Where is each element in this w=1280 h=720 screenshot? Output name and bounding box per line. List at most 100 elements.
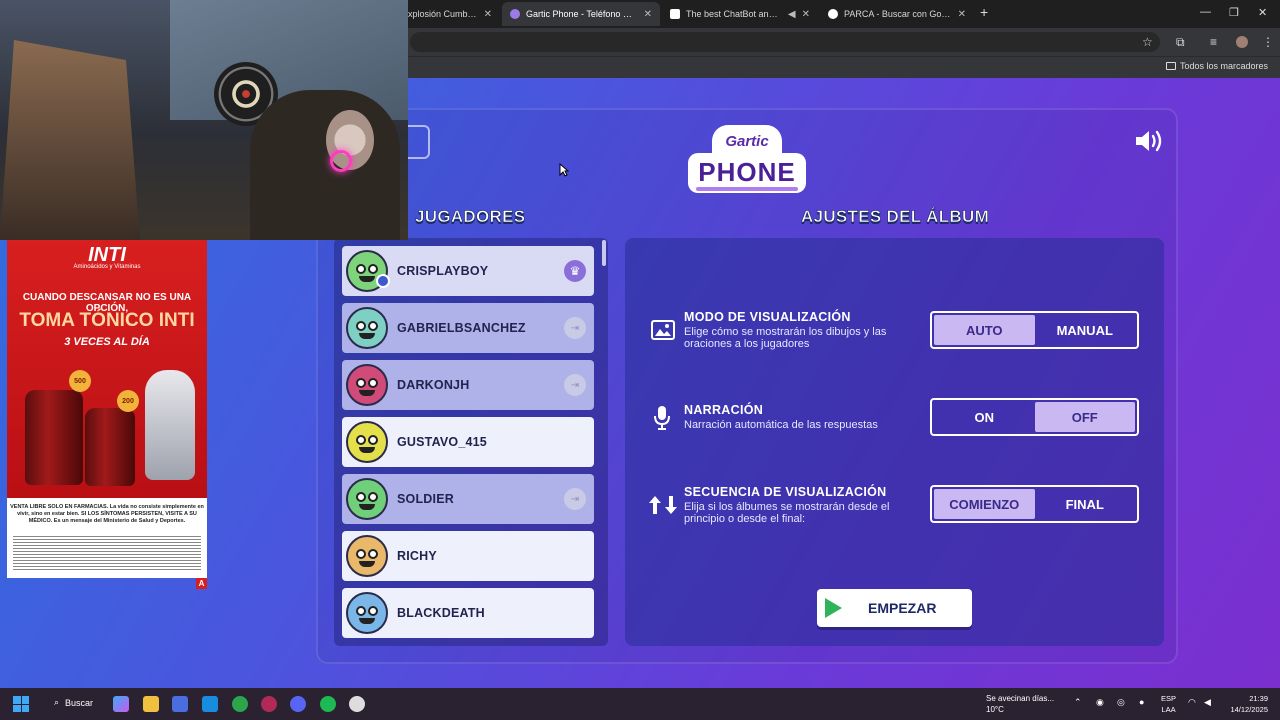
- sequence-toggle: COMIENZO FINAL: [930, 485, 1139, 523]
- tab-title: PARCA - Buscar con Google: [844, 9, 952, 19]
- player-avatar: [346, 421, 388, 463]
- weather-temp: 10°C: [986, 705, 1004, 714]
- player-avatar: [346, 592, 388, 634]
- bull-mascot: [145, 370, 195, 480]
- spotify-icon[interactable]: [320, 696, 336, 712]
- logo-text-bottom: PHONE: [698, 157, 796, 187]
- tab-gartic-phone[interactable]: Gartic Phone - Teléfono Descon ✕: [502, 2, 660, 26]
- media-controls-icon[interactable]: ≡: [1210, 35, 1217, 49]
- omnibox[interactable]: [410, 32, 1160, 52]
- tab-chatbot[interactable]: The best ChatBot and Widg ◀ ✕: [662, 2, 818, 26]
- option-auto[interactable]: AUTO: [934, 315, 1035, 345]
- microphone-tray-icon[interactable]: ●: [1139, 697, 1144, 707]
- taskbar-search[interactable]: ⌕ Buscar: [54, 697, 93, 708]
- option-end[interactable]: FINAL: [1035, 489, 1136, 519]
- store-icon[interactable]: [172, 696, 188, 712]
- ad-subtitle: Aminoácidos y Vitaminas: [73, 264, 141, 270]
- player-avatar: [346, 364, 388, 406]
- crown-icon: ♛: [564, 260, 586, 282]
- discord-tray-icon[interactable]: ◉: [1096, 697, 1104, 708]
- chatbot-favicon-icon: [670, 9, 680, 19]
- you-badge: [376, 274, 390, 288]
- start-button[interactable]: EMPEZAR: [817, 589, 972, 627]
- option-manual[interactable]: MANUAL: [1035, 315, 1136, 345]
- close-icon[interactable]: ✕: [644, 9, 652, 20]
- lang-layout: LAA: [1161, 705, 1176, 714]
- players-heading: JUGADORES: [415, 207, 526, 227]
- minimize-icon[interactable]: —: [1200, 6, 1211, 18]
- ad-badge: A: [196, 578, 207, 589]
- chrome-icon[interactable]: [232, 696, 248, 712]
- tab-google-search[interactable]: PARCA - Buscar con Google ✕: [820, 2, 974, 26]
- player-name: BLACKDEATH: [397, 606, 485, 620]
- option-on[interactable]: ON: [934, 402, 1035, 432]
- file-explorer-icon[interactable]: [143, 696, 159, 712]
- option-off[interactable]: OFF: [1034, 402, 1135, 432]
- all-bookmarks-folder[interactable]: Todos los marcadores: [1165, 61, 1268, 71]
- player-card: RICHY: [342, 531, 594, 581]
- player-name: RICHY: [397, 549, 437, 563]
- player-card: BLACKDEATH: [342, 588, 594, 638]
- ad-line-3: 3 VECES AL DÍA: [64, 336, 150, 348]
- obs-icon[interactable]: [349, 696, 365, 712]
- weather-widget[interactable]: Se avecinan días... 10°C: [986, 693, 1054, 715]
- display-mode-toggle: AUTO MANUAL: [930, 311, 1139, 349]
- inti-advertisement: INTI Aminoácidos y Vitaminas CUANDO DESC…: [7, 240, 207, 578]
- kick-player-icon[interactable]: ⇥: [564, 374, 586, 396]
- play-icon: [825, 598, 842, 618]
- extensions-icon[interactable]: ⧉: [1176, 35, 1185, 50]
- sound-icon[interactable]: [1134, 128, 1166, 154]
- app-icon[interactable]: [261, 696, 277, 712]
- player-name: GABRIELBSANCHEZ: [397, 321, 526, 335]
- clock-date: 14/12/2025: [1230, 705, 1268, 714]
- ad-fine-print: [13, 536, 201, 572]
- wifi-icon[interactable]: ◠: [1188, 697, 1196, 708]
- option-beginning[interactable]: COMIENZO: [934, 489, 1035, 519]
- chevron-up-icon[interactable]: ⌃: [1074, 697, 1082, 708]
- copilot-icon[interactable]: [113, 696, 129, 712]
- bookmarks-label: Todos los marcadores: [1179, 61, 1268, 71]
- ad-footer-text: VENTA LIBRE SOLO EN FARMACIAS. La vida n…: [10, 504, 204, 524]
- volume-icon[interactable]: ◀: [1204, 697, 1211, 708]
- steam-tray-icon[interactable]: ◎: [1117, 697, 1125, 708]
- sequence-title: SECUENCIA DE VISUALIZACIÓN: [684, 485, 887, 499]
- bottle-large: [25, 390, 83, 485]
- sort-arrows-icon: [649, 496, 677, 514]
- close-icon[interactable]: ✕: [484, 9, 492, 20]
- discord-icon[interactable]: [290, 696, 306, 712]
- tab-title: Gartic Phone - Teléfono Descon: [526, 9, 638, 19]
- tab-cumbiera[interactable]: xplosión Cumbiera ✕: [400, 2, 500, 26]
- gartic-favicon-icon: [510, 9, 520, 19]
- folder-icon: [1165, 62, 1176, 70]
- display-mode-title: MODO DE VISUALIZACIÓN: [684, 310, 851, 324]
- language-indicator[interactable]: ESP LAA: [1161, 693, 1176, 715]
- narration-title: NARRACIÓN: [684, 403, 764, 417]
- speaker-icon[interactable]: ◀: [788, 9, 796, 20]
- weather-text: Se avecinan días...: [986, 694, 1055, 703]
- display-mode-desc: Elige cómo se mostrarán los dibujos y la…: [684, 326, 887, 350]
- maximize-icon[interactable]: ❐: [1229, 6, 1239, 19]
- profile-avatar[interactable]: [1236, 36, 1248, 48]
- image-icon: [651, 320, 675, 340]
- kick-player-icon[interactable]: ⇥: [564, 317, 586, 339]
- close-window-icon[interactable]: ✕: [1258, 6, 1267, 19]
- gartic-phone-logo: Gartic PHONE: [688, 125, 806, 197]
- narration-desc: Narración automática de las respuestas: [684, 419, 878, 431]
- player-card: GUSTAVO_415: [342, 417, 594, 467]
- bottle-small: [85, 408, 135, 486]
- player-name: SOLDIER: [397, 492, 454, 506]
- microphone-icon: [654, 406, 670, 430]
- player-avatar: [346, 307, 388, 349]
- players-scrollbar[interactable]: [602, 240, 606, 266]
- new-tab-icon[interactable]: +: [980, 4, 988, 20]
- players-list: CRISPLAYBOY ♛ GABRIELBSANCHEZ ⇥ DARKONJH…: [334, 238, 608, 646]
- mail-icon[interactable]: [202, 696, 218, 712]
- kick-player-icon[interactable]: ⇥: [564, 488, 586, 510]
- close-icon[interactable]: ✕: [802, 9, 810, 20]
- menu-icon[interactable]: ⋮: [1262, 35, 1274, 49]
- close-icon[interactable]: ✕: [958, 9, 966, 20]
- bookmark-star-icon[interactable]: ☆: [1142, 35, 1153, 49]
- album-settings-panel: [625, 238, 1164, 646]
- clock[interactable]: 21:39 14/12/2025: [1226, 693, 1268, 715]
- windows-start-icon[interactable]: [13, 696, 29, 712]
